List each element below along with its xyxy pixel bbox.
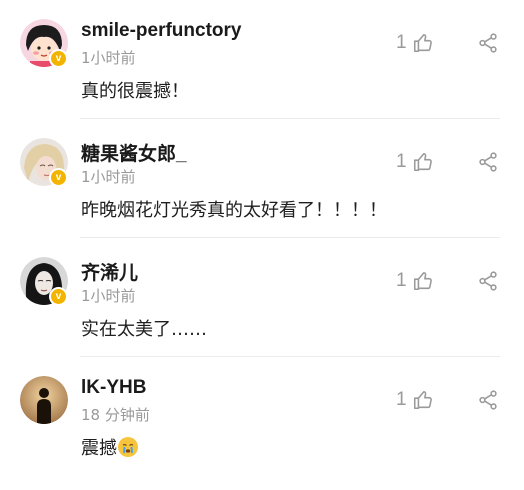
share-button[interactable] — [477, 32, 499, 54]
like-button[interactable]: 1 — [396, 149, 434, 175]
comment-item: v smile-perfunctory 1小时前 真的很震撼！ 1 — [0, 0, 524, 119]
like-button[interactable]: 1 — [396, 268, 434, 294]
comment-list: v smile-perfunctory 1小时前 真的很震撼！ 1 v 糖果酱女… — [0, 0, 524, 490]
username[interactable]: lK-YHB — [81, 377, 146, 399]
thumbs-up-icon — [413, 390, 432, 410]
share-icon — [479, 390, 497, 410]
like-button[interactable]: 1 — [396, 387, 434, 413]
comment-text: 昨晚烟花灯光秀真的太好看了！！！！ — [81, 200, 387, 221]
like-button[interactable]: 1 — [396, 30, 434, 56]
like-count: 1 — [396, 151, 407, 172]
thumbs-up-icon — [413, 152, 432, 172]
verified-badge-icon: v — [49, 287, 68, 306]
timestamp: 1小时前 — [81, 168, 136, 186]
timestamp: 1小时前 — [81, 49, 136, 67]
comment-text: 实在太美了…… — [81, 319, 207, 340]
comment-item: v 糖果酱女郎_ 1小时前 昨晚烟花灯光秀真的太好看了！！！！ 1 — [0, 119, 524, 238]
crying-face-emoji-icon — [118, 437, 138, 457]
username[interactable]: 齐浠儿 — [81, 258, 138, 285]
like-count: 1 — [396, 270, 407, 291]
comment-text: 真的很震撼！ — [81, 81, 189, 102]
share-button[interactable] — [477, 270, 499, 292]
timestamp: 1小时前 — [81, 287, 136, 305]
username[interactable]: smile-perfunctory — [81, 20, 241, 42]
comment-item: v 齐浠儿 1小时前 实在太美了…… 1 — [0, 238, 524, 357]
thumbs-up-icon — [413, 271, 432, 291]
verified-badge-icon: v — [49, 49, 68, 68]
thumbs-up-icon — [413, 33, 432, 53]
comment-item: lK-YHB 18 分钟前 震撼 1 — [0, 357, 524, 490]
username[interactable]: 糖果酱女郎_ — [81, 139, 187, 166]
comment-text: 震撼 — [81, 434, 138, 460]
timestamp: 18 分钟前 — [81, 406, 150, 424]
share-button[interactable] — [477, 151, 499, 173]
share-icon — [479, 33, 497, 53]
like-count: 1 — [396, 389, 407, 410]
like-count: 1 — [396, 32, 407, 53]
share-button[interactable] — [477, 389, 499, 411]
comment-text-content: 震撼 — [81, 438, 117, 459]
avatar[interactable] — [20, 376, 68, 424]
share-icon — [479, 271, 497, 291]
verified-badge-icon: v — [49, 168, 68, 187]
share-icon — [479, 152, 497, 172]
